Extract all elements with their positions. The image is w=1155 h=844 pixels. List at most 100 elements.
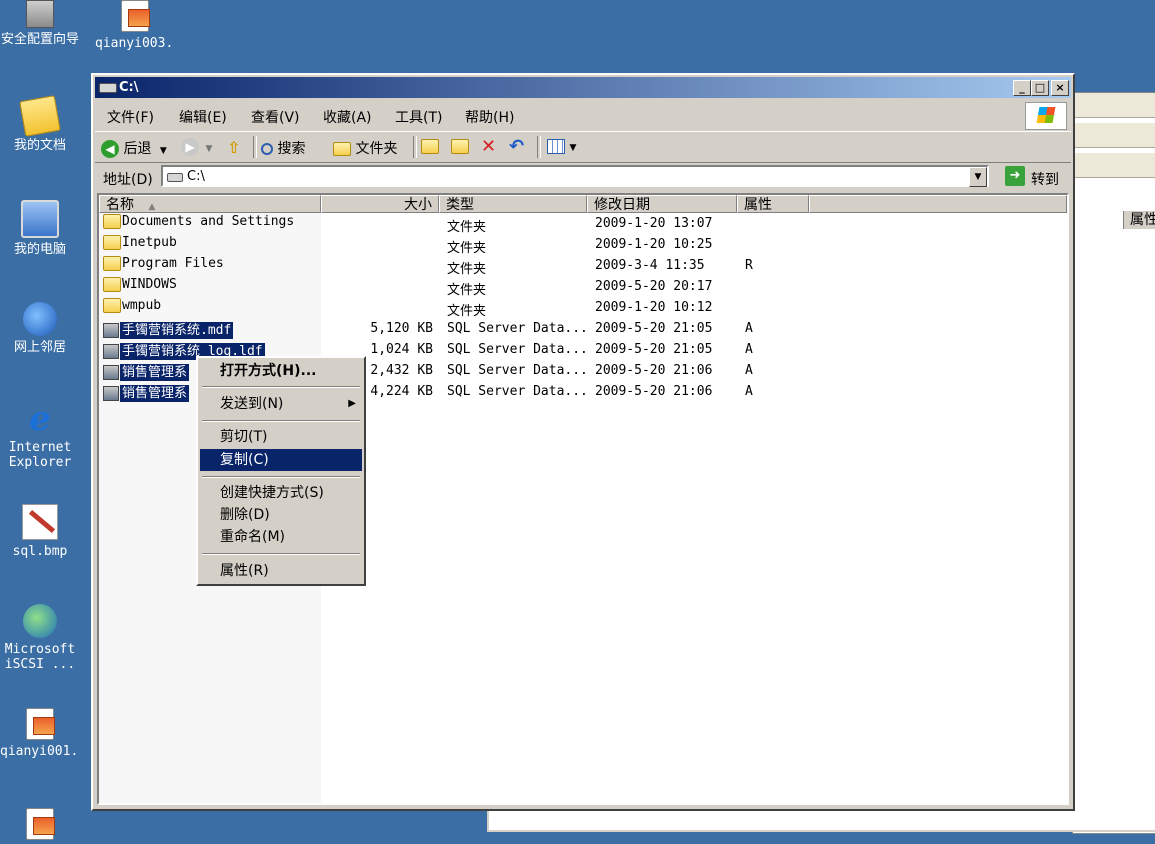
toolbar-separator	[413, 136, 417, 158]
desktop-icon-sql-bmp[interactable]: sql.bmp	[0, 504, 80, 559]
go-button[interactable]: 转到	[1031, 169, 1059, 189]
file-name-cell[interactable]: Documents and Settings	[103, 214, 294, 229]
file-name: WINDOWS	[122, 277, 177, 292]
copy-to-icon	[451, 138, 469, 154]
internet-explorer-icon: e	[29, 399, 51, 439]
menu-view[interactable]: 查看(V)	[251, 107, 300, 127]
database-file-icon	[103, 344, 119, 359]
menu-item-rename[interactable]: 重命名(M)	[200, 526, 362, 548]
file-row[interactable]: Documents and Settings 文件夹 2009-1-20 13:07	[99, 213, 1071, 235]
back-button[interactable]: ◀ 后退 ▼	[101, 138, 167, 158]
menu-item-create-shortcut[interactable]: 创建快捷方式(S)	[200, 482, 362, 504]
file-name: 销售管理系	[120, 364, 190, 381]
menu-item-cut[interactable]: 剪切(T)	[200, 426, 362, 448]
views-button[interactable]: ▼	[547, 138, 576, 154]
file-row[interactable]: 手镯营销系统.mdf 5,120 KB SQL Server Data... 2009…	[99, 318, 1071, 339]
copy-to-button[interactable]	[451, 138, 469, 154]
desktop-icon-qianyi001[interactable]: qianyi001...	[0, 708, 80, 759]
file-name-cell[interactable]: 手镯营销系统.mdf	[103, 319, 234, 339]
column-header-modified[interactable]: 修改日期	[587, 195, 737, 213]
undo-button[interactable]: ↶	[509, 138, 524, 156]
file-type: 文件夹	[447, 220, 487, 235]
file-name-cell[interactable]: wmpub	[103, 298, 161, 313]
address-input[interactable]: C:\ ▼	[161, 165, 989, 187]
desktop-icon-label: qianyi001...	[0, 744, 80, 759]
file-row[interactable]: wmpub 文件夹 2009-1-20 10:12	[99, 297, 1071, 319]
background-window-column-header[interactable]: 属性	[1123, 211, 1155, 229]
back-arrow-icon: ◀	[101, 140, 119, 158]
background-window[interactable]: 属性	[1072, 92, 1155, 834]
menu-help[interactable]: 帮助(H)	[465, 107, 514, 127]
drive-icon	[99, 83, 117, 93]
column-header-filler	[809, 195, 1067, 213]
menu-favorites[interactable]: 收藏(A)	[323, 107, 372, 127]
desktop-icon-label: Microsoft iSCSI ...	[4, 642, 76, 672]
up-folder-button[interactable]: ⇧	[227, 138, 240, 157]
search-label: 搜索	[277, 141, 306, 157]
address-dropdown-button[interactable]: ▼	[969, 167, 987, 187]
column-header-size[interactable]: 大小	[321, 195, 439, 213]
desktop-icon-my-documents[interactable]: 我的文档	[0, 95, 80, 153]
file-name-cell[interactable]: 销售管理系	[103, 361, 190, 381]
desktop-icon-internet-explorer[interactable]: e Internet Explorer	[0, 402, 80, 470]
file-name-cell[interactable]: WINDOWS	[103, 277, 177, 292]
desktop-icon-label: 我的电脑	[13, 242, 66, 257]
maximize-button[interactable]: □	[1031, 80, 1049, 96]
column-header-type[interactable]: 类型	[439, 195, 587, 213]
desktop-icon-label: 我的文档	[13, 138, 66, 153]
file-name-cell[interactable]: Inetpub	[103, 235, 177, 250]
window-title: C:\	[119, 80, 139, 95]
file-modified: 2009-5-20 21:05	[595, 321, 713, 336]
file-name-cell[interactable]: 销售管理系	[103, 382, 190, 402]
folder-icon	[103, 298, 121, 313]
close-button[interactable]: ×	[1051, 80, 1069, 96]
background-window-toolbar	[1073, 93, 1155, 118]
desktop-icon-partial[interactable]	[0, 808, 80, 844]
sort-ascending-icon: ▲	[148, 202, 156, 212]
menu-item-send-to[interactable]: 发送到(N) ▶	[200, 393, 362, 415]
document-icon	[26, 808, 55, 840]
title-bar[interactable]: C:\ _ □ ×	[95, 77, 1071, 98]
column-header-name[interactable]: 名称 ▲	[99, 195, 321, 213]
menu-item-properties[interactable]: 属性(R)	[200, 560, 362, 582]
folder-icon	[103, 214, 121, 229]
my-computer-icon	[21, 200, 59, 238]
file-name: wmpub	[122, 298, 162, 313]
bitmap-icon	[22, 504, 58, 540]
drive-icon	[167, 173, 183, 182]
network-places-icon	[23, 302, 57, 336]
file-type: 文件夹	[447, 304, 487, 319]
desktop-icon-security-wizard[interactable]: 安全配置向导	[0, 0, 80, 47]
file-row[interactable]: WINDOWS 文件夹 2009-5-20 20:17	[99, 276, 1071, 298]
desktop-icon-network-places[interactable]: 网上邻居	[0, 302, 80, 355]
desktop-icon-qianyi003[interactable]: qianyi003...	[95, 0, 175, 51]
delete-button[interactable]: ✕	[481, 138, 496, 156]
menu-edit[interactable]: 编辑(E)	[179, 107, 227, 127]
desktop-icon-iscsi[interactable]: Microsoft iSCSI ...	[0, 604, 80, 672]
background-window-toolbar	[1073, 153, 1155, 178]
desktop-icon-label: qianyi003...	[95, 36, 175, 51]
go-arrow-icon[interactable]: ➜	[1005, 166, 1025, 186]
menu-item-copy[interactable]: 复制(C)	[200, 449, 362, 471]
address-value: C:\	[187, 169, 205, 184]
file-name-cell[interactable]: Program Files	[103, 256, 224, 271]
column-header-attributes[interactable]: 属性	[737, 195, 809, 213]
folders-button[interactable]: 文件夹	[333, 138, 397, 158]
desktop-icon-my-computer[interactable]: 我的电脑	[0, 200, 80, 257]
address-bar: 地址(D) C:\ ▼ ➜ 转到	[95, 163, 1071, 191]
forward-button[interactable]: ▶ ▼	[181, 138, 212, 156]
minimize-button[interactable]: _	[1013, 80, 1031, 96]
menu-separator	[202, 553, 360, 555]
move-to-button[interactable]	[421, 138, 439, 154]
menu-tools[interactable]: 工具(T)	[395, 107, 442, 127]
menu-separator	[202, 476, 360, 478]
file-row[interactable]: Program Files 文件夹 2009-3-4 11:35 R	[99, 255, 1071, 277]
menu-file[interactable]: 文件(F)	[107, 107, 154, 127]
file-type: 文件夹	[447, 262, 487, 277]
windows-logo-icon	[1025, 102, 1067, 130]
file-row[interactable]: Inetpub 文件夹 2009-1-20 10:25	[99, 234, 1071, 256]
menu-item-open-with[interactable]: 打开方式(H)...	[200, 360, 362, 382]
search-button[interactable]: 搜索	[261, 138, 305, 158]
menu-item-delete[interactable]: 删除(D)	[200, 504, 362, 526]
chevron-down-icon: ▼	[205, 144, 213, 154]
